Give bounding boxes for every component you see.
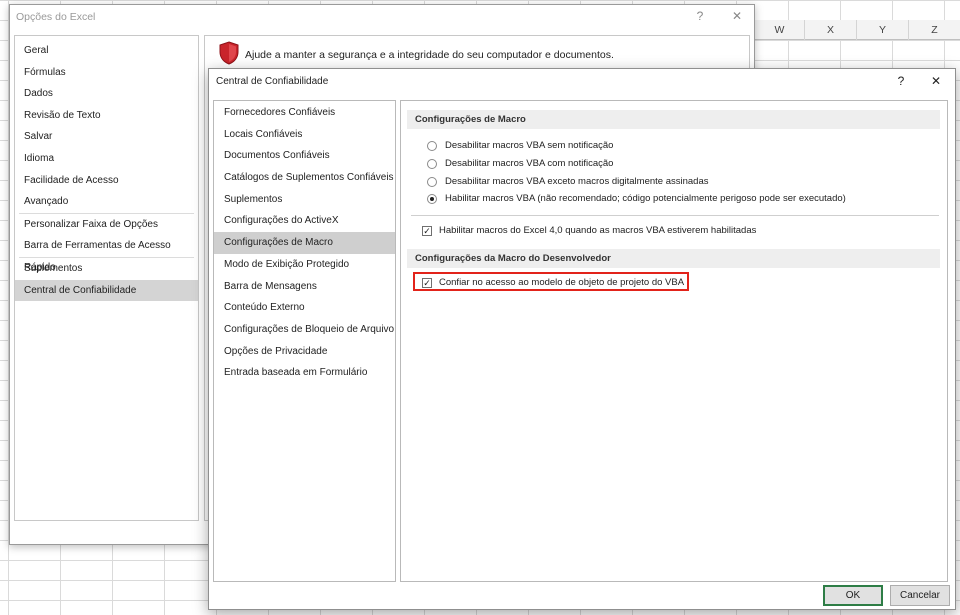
sidebar-item-formulas[interactable]: Fórmulas <box>15 62 198 84</box>
options-sidebar: Geral Fórmulas Dados Revisão de Texto Sa… <box>14 35 199 521</box>
sidebar-item-acesso-rapido[interactable]: Barra de Ferramentas de Acesso Rápido <box>15 235 198 273</box>
radio-button[interactable] <box>427 176 437 187</box>
options-titlebar: Opções do Excel ? ✕ <box>10 5 754 29</box>
radio-label: Habilitar macros VBA (não recomendado; c… <box>445 193 846 204</box>
security-banner: Ajude a manter a segurança e a integrida… <box>219 41 614 68</box>
section-divider <box>411 215 939 216</box>
radio-label: Desabilitar macros VBA com notificação <box>445 158 614 169</box>
sidebar-item-conteudo-externo[interactable]: Conteúdo Externo <box>214 297 395 319</box>
sidebar-item-catalogos[interactable]: Catálogos de Suplementos Confiáveis <box>214 167 395 189</box>
sidebar-item-avancado[interactable]: Avançado <box>15 191 198 213</box>
radio-enable-all[interactable]: Habilitar macros VBA (não recomendado; c… <box>427 193 846 204</box>
radio-button[interactable] <box>427 158 437 169</box>
sidebar-item-acessibilidade[interactable]: Facilidade de Acesso <box>15 170 198 192</box>
column-header-y[interactable]: Y <box>857 20 909 40</box>
column-header-z[interactable]: Z <box>909 20 960 40</box>
sidebar-item-documentos[interactable]: Documentos Confiáveis <box>214 145 395 167</box>
close-button[interactable]: ✕ <box>927 74 945 88</box>
sidebar-item-salvar[interactable]: Salvar <box>15 126 198 148</box>
sidebar-item-dados[interactable]: Dados <box>15 83 198 105</box>
shield-icon <box>219 41 239 68</box>
trust-center-dialog: Central de Confiabilidade ? ✕ Fornecedor… <box>208 68 956 610</box>
sidebar-item-macro[interactable]: Configurações de Macro <box>214 232 395 254</box>
checkbox-label: Confiar no acesso ao modelo de objeto de… <box>439 277 685 288</box>
cancel-button[interactable]: Cancelar <box>890 585 950 606</box>
sidebar-item-activex[interactable]: Configurações do ActiveX <box>214 210 395 232</box>
checkbox-label: Habilitar macros do Excel 4,0 quando as … <box>439 225 757 236</box>
ok-button[interactable]: OK <box>823 585 883 606</box>
checkmark-icon[interactable]: ✓ <box>422 277 432 288</box>
sidebar-item-faixa[interactable]: Personalizar Faixa de Opções <box>15 214 198 236</box>
radio-label: Desabilitar macros VBA sem notificação <box>445 140 614 151</box>
trust-center-title: Central de Confiabilidade <box>216 76 329 87</box>
options-window-title: Opções do Excel <box>16 11 96 23</box>
sidebar-item-exibicao-protegido[interactable]: Modo de Exibição Protegido <box>214 254 395 276</box>
sidebar-item-privacidade[interactable]: Opções de Privacidade <box>214 341 395 363</box>
close-button[interactable]: ✕ <box>728 9 746 23</box>
radio-label: Desabilitar macros VBA exceto macros dig… <box>445 176 709 187</box>
radio-disable-except-signed[interactable]: Desabilitar macros VBA exceto macros dig… <box>427 176 708 187</box>
sidebar-item-geral[interactable]: Geral <box>15 40 198 62</box>
sidebar-item-central[interactable]: Central de Confiabilidade <box>15 279 198 302</box>
vba-trust-checkbox[interactable]: ✓ Confiar no acesso ao modelo de objeto … <box>422 277 684 288</box>
radio-button[interactable] <box>427 193 437 204</box>
sidebar-item-fornecedores[interactable]: Fornecedores Confiáveis <box>214 102 395 124</box>
column-header-w[interactable]: W <box>755 20 805 40</box>
column-header-x[interactable]: X <box>805 20 857 40</box>
developer-section-header: Configurações da Macro do Desenvolvedor <box>407 249 940 268</box>
help-button[interactable]: ? <box>892 74 910 88</box>
checkmark-icon[interactable]: ✓ <box>422 225 432 236</box>
sidebar-item-barra-mensagens[interactable]: Barra de Mensagens <box>214 276 395 298</box>
sidebar-item-locais[interactable]: Locais Confiáveis <box>214 124 395 146</box>
sidebar-item-revisao[interactable]: Revisão de Texto <box>15 105 198 127</box>
trust-center-sidebar: Fornecedores Confiáveis Locais Confiávei… <box>213 100 396 582</box>
help-button[interactable]: ? <box>691 9 709 23</box>
sidebar-item-suplementos[interactable]: Suplementos <box>214 189 395 211</box>
security-banner-text: Ajude a manter a segurança e a integrida… <box>245 48 614 61</box>
column-headers: W X Y Z <box>755 20 960 40</box>
trust-titlebar: Central de Confiabilidade ? ✕ <box>209 69 955 95</box>
macro-section-header: Configurações de Macro <box>407 110 940 129</box>
radio-button[interactable] <box>427 140 437 151</box>
radio-disable-with-notify[interactable]: Desabilitar macros VBA com notificação <box>427 158 613 169</box>
sidebar-item-formulario[interactable]: Entrada baseada em Formulário <box>214 362 395 384</box>
sidebar-item-bloqueio-arquivo[interactable]: Configurações de Bloqueio de Arquivo <box>214 319 395 341</box>
radio-disable-no-notify[interactable]: Desabilitar macros VBA sem notificação <box>427 140 613 151</box>
macro-settings-panel: Configurações de Macro Desabilitar macro… <box>400 100 948 582</box>
excel4-macros-checkbox[interactable]: ✓ Habilitar macros do Excel 4,0 quando a… <box>422 225 756 236</box>
sidebar-item-suplementos[interactable]: Suplementos <box>15 258 198 280</box>
sidebar-item-idioma[interactable]: Idioma <box>15 148 198 170</box>
